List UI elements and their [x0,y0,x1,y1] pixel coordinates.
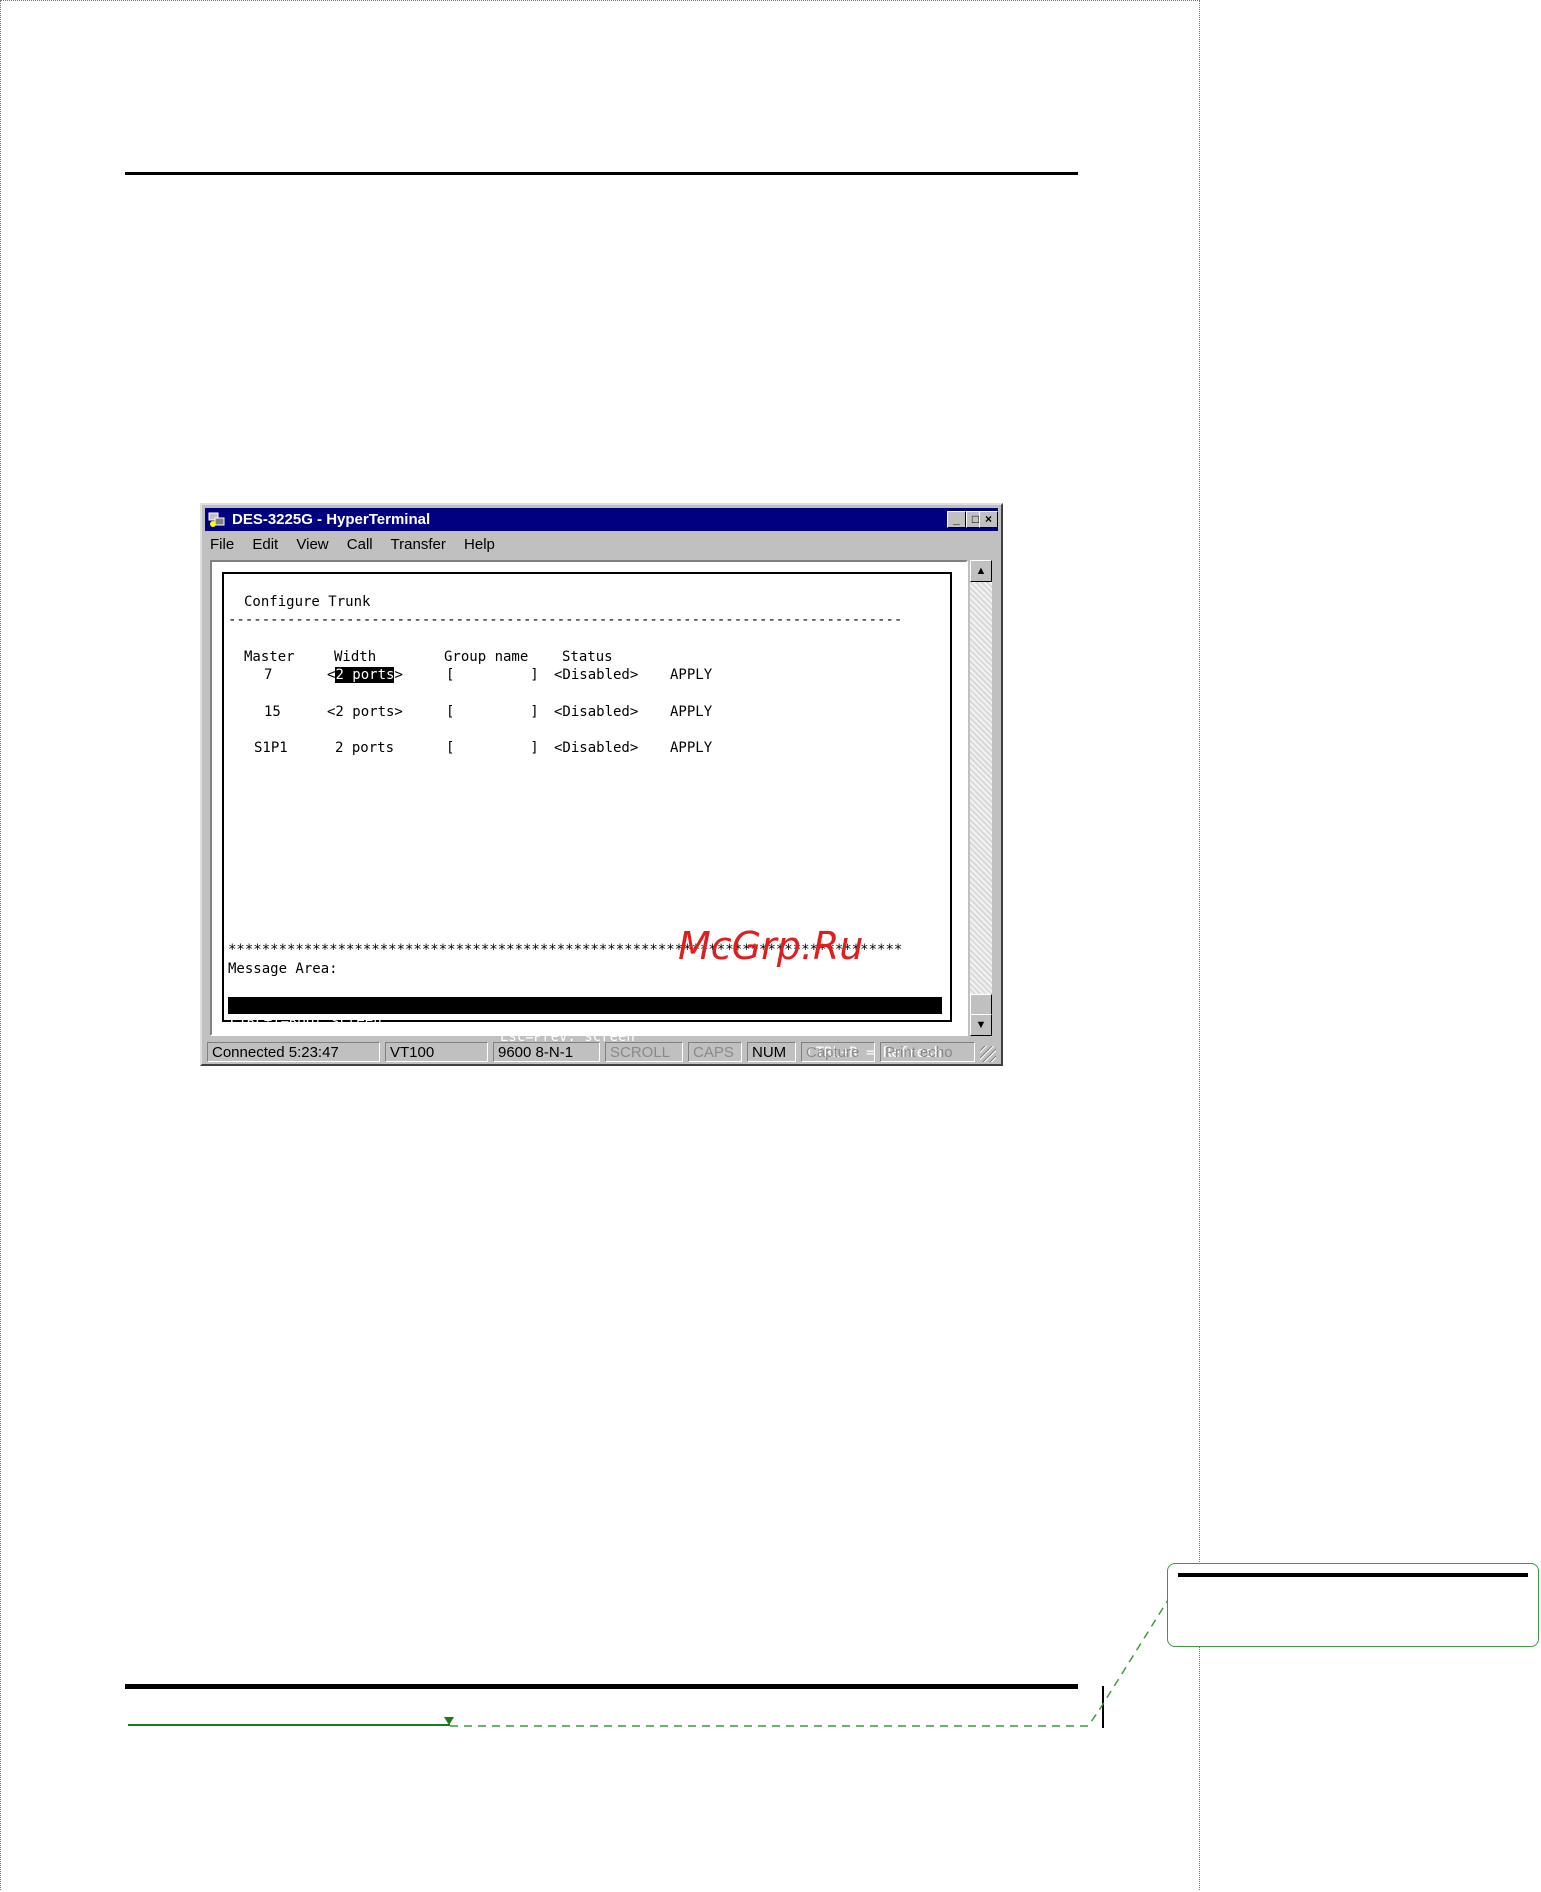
callout-box [1167,1563,1539,1647]
callout-bar [1178,1573,1528,1577]
